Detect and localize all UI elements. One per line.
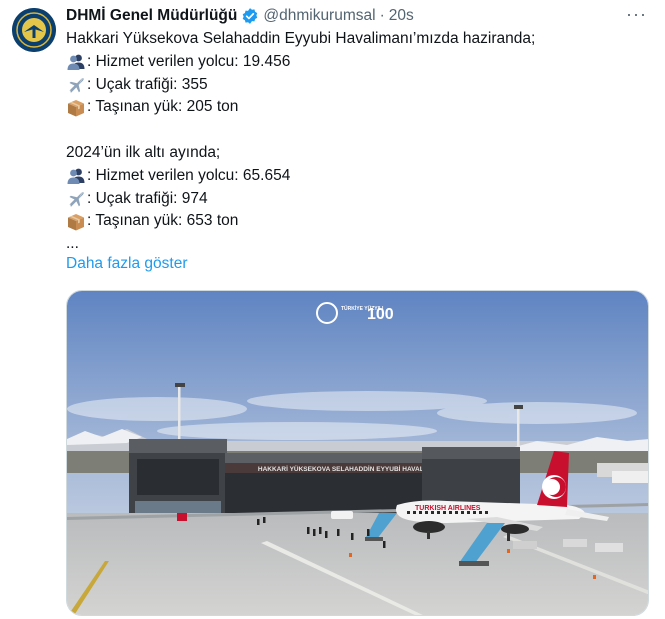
tweet-line-text: Hakkari Yüksekova Selahaddin Eyyubi Hava… [66, 30, 536, 47]
tweet-line: Hakkari Yüksekova Selahaddin Eyyubi Hava… [66, 28, 651, 51]
tweet-line: : Hizmet verilen yolcu: 65.654 [66, 165, 651, 188]
tweet-line: : Hizmet verilen yolcu: 19.456 [66, 51, 651, 74]
tweet-text: Hakkari Yüksekova Selahaddin Eyyubi Hava… [66, 28, 651, 256]
tweet-line [66, 119, 651, 142]
people-icon [66, 52, 87, 72]
tweet-line: : Uçak trafiği: 355 [66, 74, 651, 97]
people-icon [66, 166, 87, 186]
tweet-photo[interactable]: TÜRKİYE YÜZYILI 100 HAKKARİ YÜKSEKOVA SE… [66, 290, 649, 616]
package-icon [66, 98, 87, 118]
overlay-100-text: 100 [367, 306, 394, 323]
tweet-timestamp[interactable]: 20s [389, 6, 414, 26]
author-handle[interactable]: @dhmikurumsal [263, 6, 375, 26]
verified-badge-icon [241, 7, 259, 25]
tweet-line-text: : Hizmet verilen yolcu: 19.456 [87, 52, 291, 70]
terminal-sign-text: HAKKARİ YÜKSEKOVA SELAHADDİN EYYUBİ HAVA… [258, 464, 442, 473]
tweet-line-text: : Hizmet verilen yolcu: 65.654 [87, 166, 291, 184]
package-icon [66, 212, 87, 232]
author-name[interactable]: DHMİ Genel Müdürlüğü [66, 6, 237, 26]
tweet-line: : Taşınan yük: 205 ton [66, 96, 651, 119]
airline-livery-text: TURKISH AIRLINES [415, 505, 481, 512]
tweet-line-text: : Taşınan yük: 653 ton [87, 212, 239, 230]
tweet-line: : Uçak trafiği: 974 [66, 188, 651, 211]
tweet-header: DHMİ Genel Müdürlüğü @dhmikurumsal · 20s [66, 6, 653, 26]
tweet-line-text: : Uçak trafiği: 355 [87, 75, 208, 93]
airplane-icon [66, 75, 87, 95]
tweet-line: 2024’ün ilk altı ayında; [66, 142, 651, 165]
author-avatar[interactable] [12, 8, 56, 52]
tweet-line-text: : Uçak trafiği: 974 [87, 189, 208, 207]
more-options-icon[interactable]: ··· [626, 4, 647, 25]
tweet-line: : Taşınan yük: 653 ton [66, 210, 651, 233]
airplane-icon [66, 189, 87, 209]
tweet-line-text: : Taşınan yük: 205 ton [87, 98, 239, 116]
separator-dot: · [379, 7, 385, 24]
show-more-link[interactable]: Daha fazla göster [66, 253, 188, 275]
tweet-line-text: 2024’ün ilk altı ayında; [66, 143, 221, 161]
